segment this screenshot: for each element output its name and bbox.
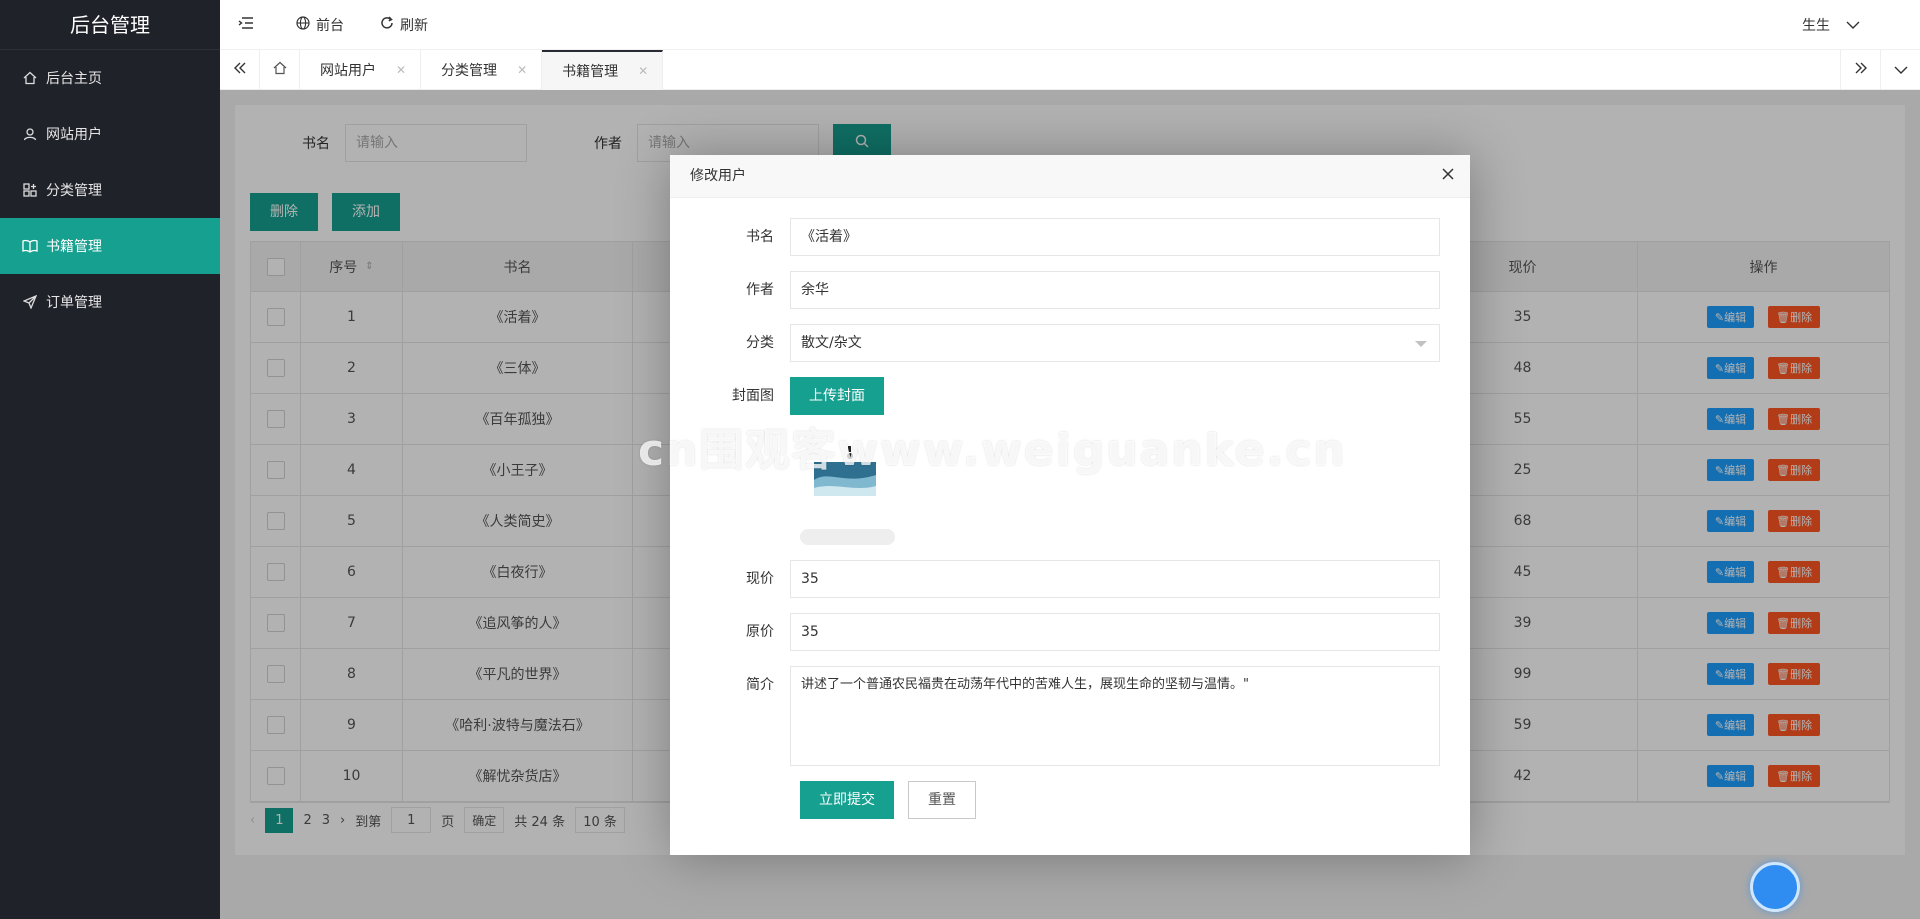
field-cover: 封面图 上传封面 — [670, 377, 884, 415]
modal-title: 修改用户 — [670, 155, 1470, 198]
form-buttons: 立即提交 重置 — [800, 781, 976, 819]
sidebar-item-categories[interactable]: 分类管理 — [0, 162, 220, 218]
author-input[interactable]: 余华 — [790, 271, 1440, 309]
submit-button[interactable]: 立即提交 — [800, 781, 894, 819]
tab-label: 书籍管理 — [562, 64, 619, 80]
field-intro: 简介 讲述了一个普通农民福贵在动荡年代中的苦难人生，展现生命的坚韧与温情。" — [670, 666, 1440, 766]
sidebar-item-label: 后台主页 — [46, 71, 102, 87]
chevron-down-icon — [1894, 62, 1908, 78]
sidebar-item-orders[interactable]: 订单管理 — [0, 274, 220, 330]
tab-categories[interactable]: 分类管理 ✕ — [421, 50, 543, 90]
name-input[interactable]: 《活着》 — [790, 218, 1440, 256]
name-label: 书名 — [746, 229, 774, 245]
sidebar-item-home[interactable]: 后台主页 — [0, 50, 220, 106]
close-icon[interactable] — [1441, 167, 1455, 185]
home-icon — [273, 61, 287, 79]
original-price-input[interactable]: 35 — [790, 613, 1440, 651]
double-chevron-left-icon — [233, 62, 247, 78]
user-name: 生生 — [1802, 18, 1830, 34]
frontend-link[interactable]: 前台 — [278, 0, 362, 50]
field-author: 作者 余华 — [670, 271, 1440, 309]
tab-home[interactable] — [260, 50, 300, 90]
cover-label: 封面图 — [732, 388, 774, 404]
intro-textarea[interactable]: 讲述了一个普通农民福贵在动荡年代中的苦难人生，展现生命的坚韧与温情。" — [790, 666, 1440, 766]
frontend-label: 前台 — [316, 17, 344, 34]
menu-toggle-button[interactable] — [220, 0, 278, 50]
top-header: 前台 刷新 生生 — [220, 0, 1920, 50]
globe-icon — [296, 15, 316, 34]
home-icon — [20, 71, 40, 85]
sidebar-item-books[interactable]: 书籍管理 — [0, 218, 220, 274]
tab-books[interactable]: 书籍管理 ✕ — [542, 50, 664, 90]
double-chevron-right-icon — [1854, 62, 1868, 78]
price-input[interactable]: 35 — [790, 560, 1440, 598]
tabs-bar: 网站用户 ✕ 分类管理 ✕ 书籍管理 ✕ — [220, 50, 1920, 90]
tab-label: 网站用户 — [320, 63, 376, 79]
tabs-right-controls — [1840, 50, 1920, 90]
original-price-label: 原价 — [746, 624, 774, 640]
send-icon — [20, 295, 40, 309]
category-value: 散文/杂文 — [801, 335, 862, 351]
close-icon[interactable]: ✕ — [517, 63, 527, 77]
category-icon — [20, 183, 40, 197]
field-price: 现价 35 — [670, 560, 1440, 598]
refresh-button[interactable]: 刷新 — [362, 0, 446, 50]
menu-fold-icon — [238, 16, 260, 34]
sidebar-item-label: 书籍管理 — [46, 239, 102, 255]
sidebar: 后台管理 后台主页 网站用户 分类管理 书籍管理 订单管理 — [0, 0, 220, 919]
sidebar-item-label: 网站用户 — [46, 127, 102, 143]
user-menu[interactable]: 生生 — [1802, 0, 1860, 50]
chevron-down-icon — [1830, 17, 1860, 33]
intro-label: 简介 — [746, 677, 774, 693]
upload-progress-bar — [800, 529, 895, 545]
sidebar-item-label: 分类管理 — [46, 183, 102, 199]
upload-cover-button[interactable]: 上传封面 — [790, 377, 884, 415]
tabs-scroll-left-button[interactable] — [220, 50, 260, 90]
refresh-label: 刷新 — [400, 17, 428, 34]
field-category: 分类 散文/杂文 — [670, 324, 1440, 362]
reset-button[interactable]: 重置 — [908, 781, 976, 819]
field-name: 书名 《活着》 — [670, 218, 1440, 256]
tab-users[interactable]: 网站用户 ✕ — [300, 50, 422, 90]
refresh-icon — [380, 15, 400, 34]
floating-assistant-button[interactable] — [1750, 862, 1800, 912]
close-icon[interactable]: ✕ — [396, 63, 406, 77]
price-label: 现价 — [746, 571, 774, 587]
user-icon — [20, 127, 40, 141]
close-icon[interactable]: ✕ — [638, 64, 648, 78]
caret-down-icon — [1415, 341, 1427, 347]
category-label: 分类 — [746, 335, 774, 351]
sidebar-item-label: 订单管理 — [46, 295, 102, 311]
tab-label: 分类管理 — [441, 63, 498, 79]
watermark-text: cn围观客www.weiguanke.cn — [638, 425, 1347, 476]
book-icon — [20, 239, 40, 253]
app-logo: 后台管理 — [0, 0, 220, 50]
category-select[interactable]: 散文/杂文 — [790, 324, 1440, 362]
field-original-price: 原价 35 — [670, 613, 1440, 651]
sidebar-item-users[interactable]: 网站用户 — [0, 106, 220, 162]
author-label: 作者 — [746, 282, 774, 298]
tabs-scroll-right-button[interactable] — [1840, 50, 1880, 90]
edit-book-modal: 修改用户 书名 《活着》 作者 余华 分类 散文/杂文 封面图 上传封面 现价 … — [670, 155, 1470, 855]
tabs-menu-button[interactable] — [1880, 50, 1920, 90]
